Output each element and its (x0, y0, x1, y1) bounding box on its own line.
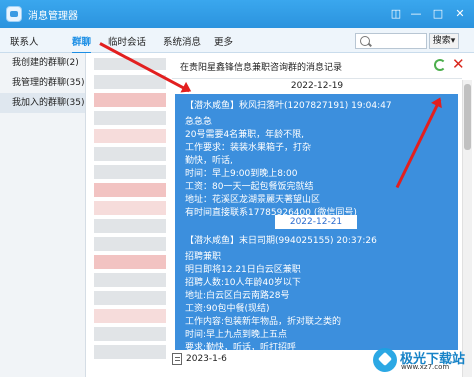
list-item[interactable] (94, 201, 166, 215)
message-line: 工作要求：装装水果箱子，打杂 (185, 143, 312, 153)
delete-icon[interactable]: ✕ (452, 56, 466, 72)
panel-header: 在贵阳星鑫锋信息兼职咨询群的消息记录 ✕ (172, 53, 465, 79)
message-date: 2023-1-6 (186, 354, 227, 364)
scroll-thumb[interactable] (464, 84, 471, 150)
list-item[interactable] (94, 255, 166, 269)
close-button[interactable]: ✕ (450, 4, 470, 24)
message-scrollbar[interactable] (462, 80, 472, 377)
sidebar-item-managed-groups[interactable]: 我管理的群聊(35) (0, 73, 85, 93)
list-item[interactable] (94, 165, 166, 179)
selected-messages[interactable]: 【潜水咸鱼】秋风扫落叶(1207827191) 19:04:47 急急急 20号… (175, 94, 458, 364)
list-item[interactable] (94, 327, 166, 341)
message-line: 工资：80一天一起包餐饭完就结 (185, 182, 314, 192)
tab-more[interactable]: 更多 (214, 34, 233, 48)
tab-contacts[interactable]: 联系人 (10, 34, 39, 48)
document-icon (172, 353, 182, 365)
list-item[interactable] (94, 75, 166, 89)
list-item[interactable] (94, 345, 166, 359)
message-date: 2022-12-19 (290, 81, 344, 91)
tab-temporary-chat[interactable]: 临时会话 (108, 34, 146, 48)
message-line: 时间：早上9:00到晚上8:00 (185, 169, 298, 179)
list-item[interactable] (94, 291, 166, 305)
minimize-button[interactable]: — (406, 4, 426, 24)
window-title: 消息管理器 (28, 11, 78, 22)
sidebar-item-joined-groups[interactable]: 我加入的群聊(35) (0, 93, 85, 113)
message-line: 地址:白云区白云南路28号 (185, 291, 290, 301)
list-item[interactable] (94, 111, 166, 125)
search-icon (360, 36, 370, 46)
title-bar: 消息管理器 ◫ — □ ✕ (0, 0, 474, 28)
message-header: 【潜水咸鱼】秋风扫落叶(1207827191) 19:04:47 (185, 101, 392, 111)
tab-group-chat[interactable]: 群聊 (72, 34, 92, 54)
message-date: 2022-12-21 (275, 215, 357, 229)
skin-icon[interactable]: ◫ (386, 4, 406, 24)
list-item[interactable] (94, 183, 166, 197)
list-item[interactable] (94, 219, 166, 233)
message-record-title: 在贵阳星鑫锋信息兼职咨询群的消息记录 (180, 63, 343, 73)
message-line: 勤快，听话, (185, 156, 233, 166)
message-line: 招聘兼职 (185, 252, 222, 262)
message-header: 【潜水咸鱼】末日司期(994025155) 20:37:26 (185, 236, 377, 246)
list-item[interactable] (94, 93, 166, 107)
watermark: 极光下载站 www.xz7.com (373, 345, 473, 377)
watermark-logo-icon (373, 348, 397, 372)
message-line: 地址：花溪区龙湖景麗天著望山区 (185, 195, 321, 205)
message-line: 急急急 (185, 117, 213, 127)
message-panel: 在贵阳星鑫锋信息兼职咨询群的消息记录 ✕ 2022-12-19 【潜水咸鱼】秋风… (172, 53, 474, 377)
search-button-label: 搜索 (432, 36, 451, 46)
message-line: 明日即将12.21日白云区兼职 (185, 265, 301, 275)
maximize-button[interactable]: □ (428, 4, 448, 24)
list-item[interactable] (94, 309, 166, 323)
list-item[interactable] (94, 129, 166, 143)
search-input[interactable] (355, 33, 427, 49)
message-manager-icon (6, 6, 22, 22)
search-button[interactable]: 搜索▾ (429, 33, 459, 49)
message-line: 时间:早上九点到晚上五点 (185, 330, 288, 340)
watermark-url: www.xz7.com (401, 363, 450, 371)
group-category-sidebar: 我创建的群聊(2) 我管理的群聊(35) 我加入的群聊(35) (0, 53, 86, 377)
chevron-down-icon: ▾ (450, 36, 456, 46)
message-line: 招聘人数:10人年龄40岁以下 (185, 278, 301, 288)
list-item[interactable] (94, 147, 166, 161)
sidebar-item-created-groups[interactable]: 我创建的群聊(2) (0, 53, 85, 73)
group-list (86, 53, 172, 377)
tab-system-messages[interactable]: 系统消息 (163, 34, 201, 48)
message-line: 工作内容:包装新年物品，折对联之类的 (185, 317, 342, 327)
refresh-icon[interactable] (434, 59, 446, 71)
list-item[interactable] (94, 237, 166, 251)
list-item[interactable] (94, 273, 166, 287)
message-line: 20号需要4名兼职，年龄不限, (185, 130, 305, 140)
message-line: 工资:90包中餐(现结) (185, 304, 270, 314)
